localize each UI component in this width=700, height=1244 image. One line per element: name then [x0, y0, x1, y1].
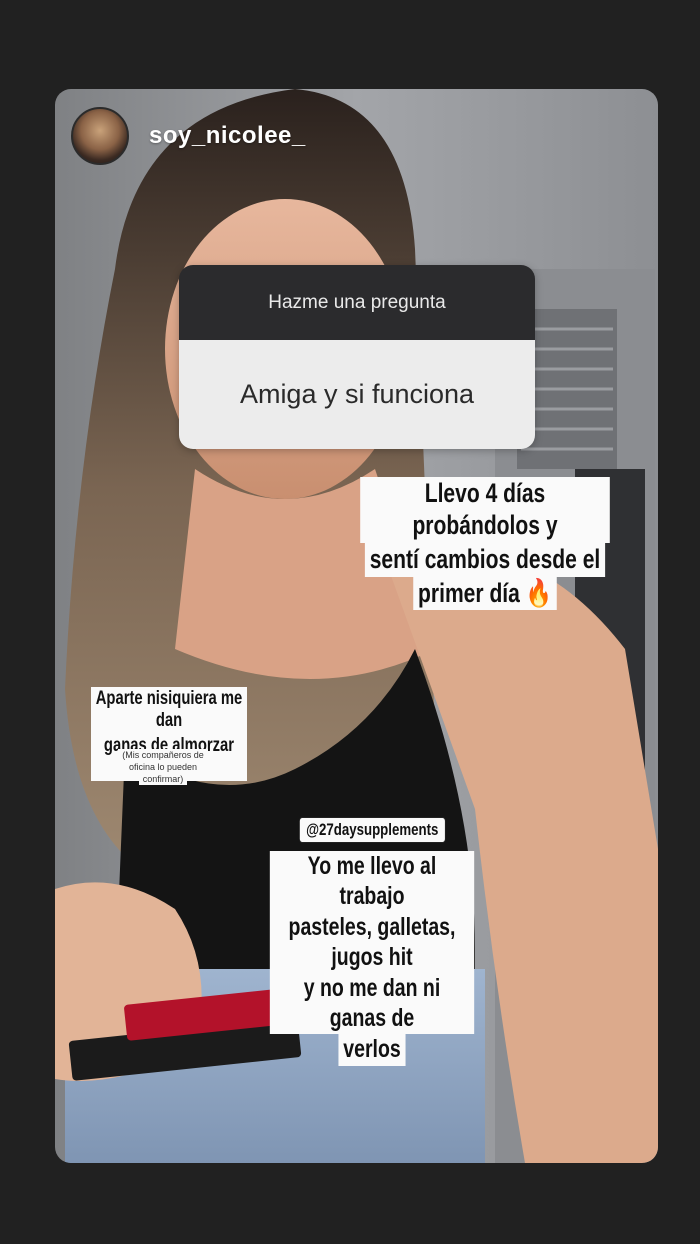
text-sticker-line: Llevo 4 días probándolos y — [360, 477, 610, 543]
text-sticker-line: Yo me llevo al trabajo — [269, 851, 475, 912]
text-sticker-line: verlos — [338, 1034, 406, 1066]
text-sticker-line: confirmar) — [138, 773, 188, 786]
text-sticker-main: Llevo 4 días probándolos y sentí cambios… — [325, 477, 645, 611]
text-sticker-note: (Mis compañeros de oficina lo pueden con… — [113, 749, 213, 786]
text-sticker-line: Aparte nisiquiera me dan — [91, 687, 247, 734]
question-sticker-header: Hazme una pregunta — [179, 265, 535, 340]
text-sticker-bottom: Yo me llevo al trabajo pasteles, galleta… — [241, 851, 503, 1066]
text-sticker-line: oficina lo pueden — [124, 761, 202, 774]
username[interactable]: soy_nicolee_ — [149, 122, 306, 150]
story-header: soy_nicolee_ — [71, 105, 306, 167]
text-sticker-line: (Mis compañeros de — [118, 749, 208, 762]
text-sticker-line: primer día 🔥 — [413, 576, 557, 611]
question-sticker-answer: Amiga y si funciona — [179, 340, 535, 449]
question-sticker[interactable]: Hazme una pregunta Amiga y si funciona — [179, 265, 535, 449]
mention-label[interactable]: @27daysupplements — [299, 817, 446, 844]
mention-sticker[interactable]: @27daysupplements — [283, 817, 446, 844]
text-sticker-line: sentí cambios desde el — [365, 542, 605, 577]
text-sticker-line: pasteles, galletas, jugos hit — [269, 912, 475, 973]
avatar[interactable] — [71, 107, 129, 165]
text-sticker-line: y no me dan ni ganas de — [269, 973, 475, 1034]
story-viewer[interactable]: soy_nicolee_ Hazme una pregunta Amiga y … — [55, 89, 658, 1163]
